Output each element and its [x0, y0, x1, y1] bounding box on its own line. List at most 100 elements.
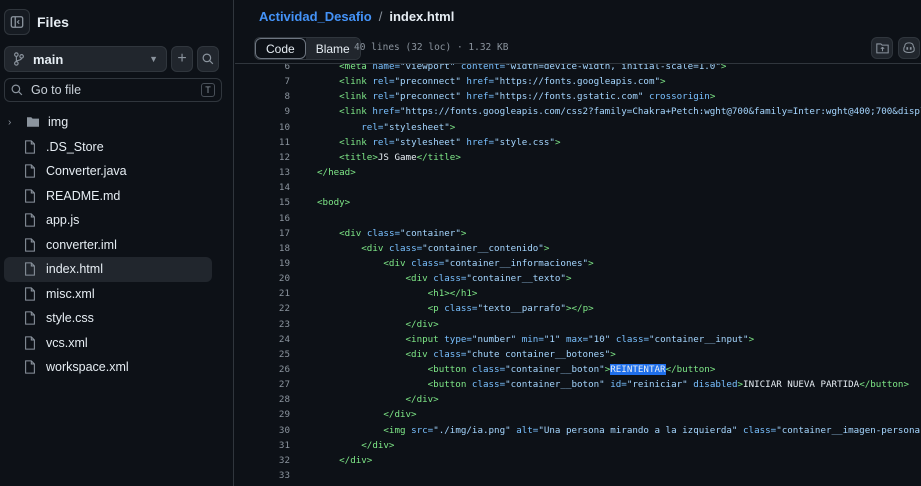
tree-file[interactable]: app.js — [4, 208, 212, 233]
line-number[interactable]: 23 — [235, 317, 290, 332]
code-token: </title> — [416, 151, 461, 163]
copilot-button[interactable] — [898, 37, 920, 59]
code-token: "container__imagen-persona" — [776, 424, 921, 436]
line-number[interactable]: 18 — [235, 241, 290, 256]
line-number[interactable]: 28 — [235, 392, 290, 407]
tree-file[interactable]: style.css — [4, 306, 212, 331]
code-token: "Una persona mirando a la izquierda" — [538, 424, 738, 436]
tree-file[interactable]: workspace.xml — [4, 355, 212, 380]
plus-icon: + — [177, 50, 187, 67]
tree-item-label: README.md — [46, 188, 121, 203]
code-token: "style.css" — [494, 136, 555, 148]
collapse-sidebar-button[interactable] — [4, 9, 30, 35]
code-line: 21 <h1></h1> — [235, 286, 921, 301]
line-number[interactable]: 16 — [235, 211, 290, 226]
line-number[interactable]: 21 — [235, 286, 290, 301]
line-number[interactable]: 31 — [235, 438, 290, 453]
file-icon — [24, 164, 40, 178]
file-icon — [24, 140, 40, 154]
code-token: disabled — [687, 379, 738, 391]
line-number[interactable]: 7 — [235, 74, 290, 89]
tree-file[interactable]: README.md — [4, 184, 212, 209]
search-files-button[interactable] — [197, 46, 219, 72]
line-number[interactable]: 30 — [235, 423, 290, 438]
code-token: "10" — [588, 333, 611, 345]
code-token: <div — [361, 242, 384, 254]
line-number[interactable]: 13 — [235, 165, 290, 180]
breadcrumb-separator: / — [378, 8, 383, 24]
line-number[interactable]: 29 — [235, 407, 290, 422]
code-view[interactable]: 6 <meta name="viewport" content="width=d… — [235, 64, 921, 486]
code-token: "./img/ia.png" — [433, 424, 511, 436]
line-content: rel="stylesheet"> — [317, 120, 455, 135]
code-token: "https://fonts.gstatic.com" — [494, 91, 644, 103]
code-line: 28 </div> — [235, 392, 921, 407]
line-number[interactable]: 20 — [235, 271, 290, 286]
tree-item-label: app.js — [46, 213, 80, 228]
tree-file[interactable]: converter.iml — [4, 233, 212, 258]
breadcrumb-repo-link[interactable]: Actividad_Desafio — [259, 9, 372, 24]
code-token: "number" — [471, 333, 517, 345]
file-icon — [24, 189, 40, 203]
code-token: class= — [405, 257, 445, 269]
line-number[interactable]: 22 — [235, 301, 290, 316]
line-number[interactable]: 9 — [235, 104, 290, 119]
code-token: "preconnect" — [394, 91, 461, 103]
code-token: <link — [339, 91, 367, 103]
line-number[interactable]: 14 — [235, 180, 290, 195]
line-content: <body> — [317, 195, 350, 210]
code-line: 22 <p class="texto__parrafo"></p> — [235, 301, 921, 316]
code-token: class= — [737, 424, 777, 436]
line-number[interactable]: 11 — [235, 135, 290, 150]
line-number[interactable]: 25 — [235, 347, 290, 362]
main-panel: Actividad_Desafio / index.html Code Blam… — [235, 0, 921, 486]
line-number[interactable]: 24 — [235, 332, 290, 347]
add-file-button[interactable]: + — [171, 46, 193, 72]
code-line: 23 </div> — [235, 317, 921, 332]
code-token: > — [565, 273, 572, 285]
line-number[interactable]: 33 — [235, 468, 290, 483]
code-token: > — [748, 333, 755, 345]
tree-file[interactable]: vcs.xml — [4, 331, 212, 356]
line-number[interactable]: 26 — [235, 362, 290, 377]
line-content: </div> — [317, 438, 394, 453]
code-line: 13 </head> — [235, 165, 921, 180]
line-number[interactable]: 15 — [235, 195, 290, 210]
line-number[interactable]: 19 — [235, 256, 290, 271]
code-line: 9 <link href="https://fonts.googleapis.c… — [235, 104, 921, 119]
line-number[interactable]: 10 — [235, 120, 290, 135]
search-placeholder: Go to file — [31, 83, 82, 97]
line-number[interactable]: 17 — [235, 226, 290, 241]
line-number[interactable]: 12 — [235, 150, 290, 165]
file-sidebar: Files main ▼ + Go to file T › img .DS_Stor… — [0, 0, 234, 486]
line-number[interactable]: 32 — [235, 453, 290, 468]
code-token: <body> — [317, 197, 351, 209]
tab-code[interactable]: Code — [255, 38, 306, 59]
tree-file[interactable]: Converter.java — [4, 159, 212, 184]
search-icon — [11, 84, 23, 96]
go-to-file-input[interactable]: Go to file T — [4, 78, 222, 102]
selected-text: REINTENTAR — [610, 364, 666, 375]
line-number[interactable]: 8 — [235, 89, 290, 104]
tree-file[interactable]: index.html — [4, 257, 212, 282]
code-token: > — [449, 121, 456, 133]
line-content: <div class="chute container__botones"> — [317, 347, 616, 362]
code-token: "container__boton" — [505, 379, 605, 391]
tree-folder[interactable]: › img — [4, 110, 212, 135]
code-token: ></p> — [565, 303, 594, 315]
line-number[interactable]: 27 — [235, 377, 290, 392]
code-token: "preconnect" — [394, 76, 461, 88]
line-content: </div> — [317, 453, 372, 468]
tree-file[interactable]: .DS_Store — [4, 135, 212, 160]
code-token: href= — [460, 91, 495, 103]
line-number[interactable]: 6 — [235, 64, 290, 74]
symbols-panel-button[interactable] — [871, 37, 893, 59]
tab-blame[interactable]: Blame — [305, 38, 360, 59]
branch-selector[interactable]: main ▼ — [4, 46, 167, 72]
code-token: <meta — [339, 64, 367, 72]
code-token: </button> — [859, 379, 909, 391]
tree-file[interactable]: misc.xml — [4, 282, 212, 307]
